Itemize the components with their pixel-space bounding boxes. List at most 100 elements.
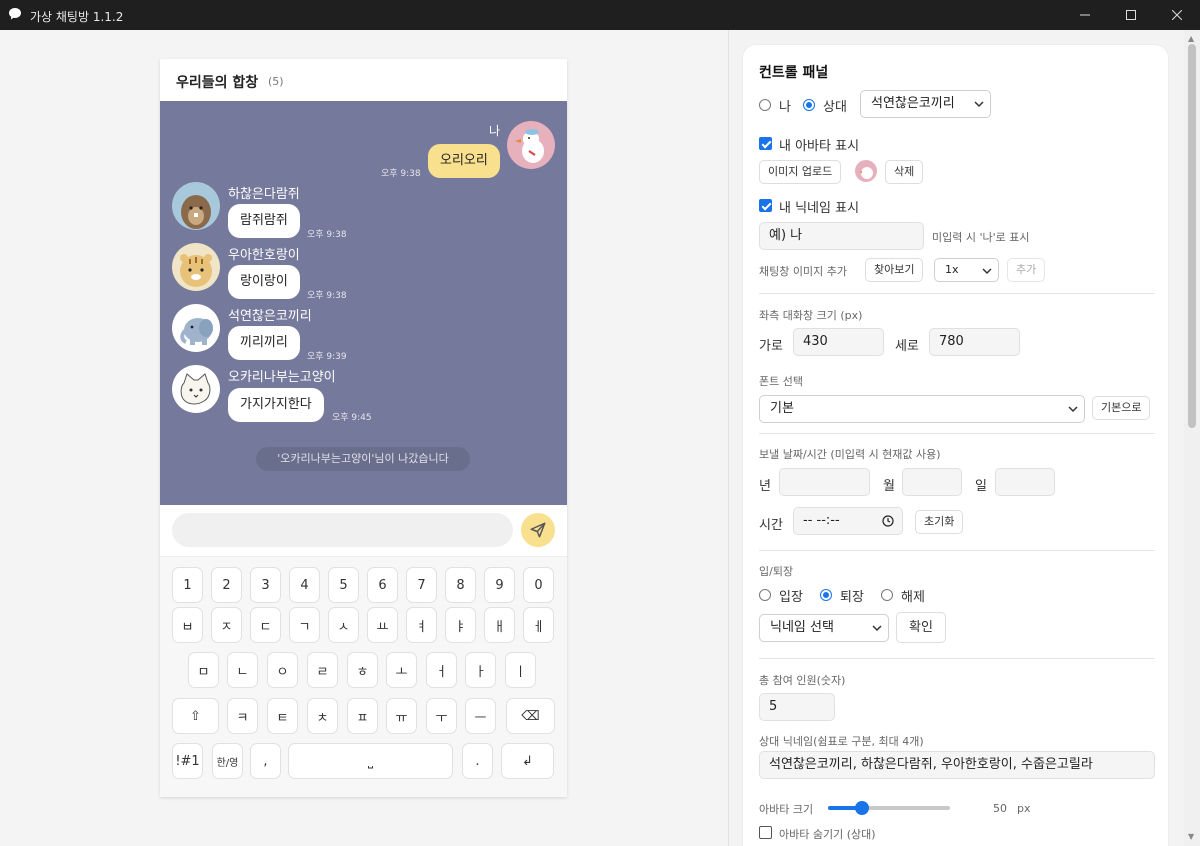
sender-me-radio[interactable] (759, 99, 771, 111)
vertical-scrollbar[interactable]: ▲ ▼ (1184, 30, 1200, 846)
nickname-select[interactable]: 닉네임 선택 (759, 614, 889, 642)
key[interactable]: ㅈ (211, 607, 242, 643)
key[interactable]: ㅗ (386, 652, 417, 688)
key[interactable]: ㄹ (307, 652, 338, 688)
add-image-button[interactable]: 추가 (1007, 258, 1046, 282)
nickname-select-value: 닉네임 선택 (770, 620, 834, 635)
font-reset-button[interactable]: 기본으로 (1092, 396, 1151, 420)
key[interactable]: ㅜ (426, 698, 457, 734)
scroll-down-icon[interactable]: ▼ (1188, 832, 1194, 841)
key[interactable]: ㅓ (426, 652, 457, 688)
show-nickname-label: 내 닉네임 표시 (779, 201, 860, 216)
avatar-size-slider-thumb[interactable] (855, 801, 869, 815)
key[interactable]: ⌫ (506, 698, 555, 734)
key[interactable]: ㅡ (465, 698, 496, 734)
confirm-button[interactable]: 확인 (896, 612, 946, 643)
nickname-input[interactable]: 예) 나 (759, 222, 924, 250)
key[interactable]: 8 (445, 567, 476, 603)
key[interactable]: 6 (367, 567, 398, 603)
maximize-button[interactable] (1108, 0, 1154, 30)
key[interactable]: ⇧ (172, 698, 219, 734)
time-input-value: -- --:-- (803, 513, 840, 528)
panel-title: 컨트롤 패널 (759, 65, 829, 81)
key[interactable]: 1 (172, 567, 203, 603)
month-input[interactable] (902, 468, 962, 496)
key[interactable]: 2 (211, 567, 242, 603)
chevron-down-icon (982, 268, 992, 275)
key[interactable]: . (462, 743, 493, 779)
key[interactable]: 한/영 (212, 743, 243, 779)
divider (759, 433, 1155, 434)
clock-icon[interactable] (882, 515, 894, 527)
clear-radio[interactable] (881, 589, 893, 601)
key[interactable]: ⎵ (288, 743, 453, 779)
key[interactable]: ㅛ (367, 607, 398, 643)
message-input[interactable] (172, 513, 513, 547)
key[interactable]: , (250, 743, 281, 779)
width-input[interactable]: 430 (793, 328, 884, 356)
key[interactable]: ㅎ (347, 652, 378, 688)
my-nickname: 나 (489, 124, 501, 138)
message-time: 오후 9:39 (307, 352, 347, 362)
image-scale-select[interactable]: 1x (934, 258, 999, 282)
font-select[interactable]: 기본 (759, 395, 1085, 423)
height-input[interactable]: 780 (929, 328, 1020, 356)
key[interactable]: 0 (523, 567, 554, 603)
enter-radio[interactable] (759, 589, 771, 601)
key[interactable]: 4 (289, 567, 320, 603)
sender-select-value: 석연찮은코끼리 (871, 96, 955, 111)
key[interactable]: ㅊ (307, 698, 338, 734)
key[interactable]: ㅏ (465, 652, 496, 688)
key[interactable]: 7 (406, 567, 437, 603)
key[interactable]: ㄷ (250, 607, 281, 643)
key[interactable]: ㅍ (347, 698, 378, 734)
key[interactable]: ㅔ (523, 607, 554, 643)
key[interactable]: ㅌ (267, 698, 298, 734)
scroll-up-icon[interactable]: ▲ (1188, 34, 1194, 43)
key[interactable]: ㅋ (227, 698, 258, 734)
key[interactable]: 9 (484, 567, 515, 603)
key[interactable]: ㅠ (386, 698, 417, 734)
key[interactable]: ㅁ (188, 652, 219, 688)
my-message-bubble: 오리오리 (428, 144, 500, 178)
image-scale-value: 1x (945, 263, 959, 276)
total-members-input[interactable]: 5 (759, 693, 835, 721)
chevron-down-icon (872, 625, 882, 632)
close-button[interactable] (1154, 0, 1200, 30)
nicknames-input[interactable]: 석연찮은코끼리, 하찮은다람쥐, 우아한호랑이, 수줍은고릴라 (759, 751, 1155, 779)
key[interactable]: 5 (328, 567, 359, 603)
key[interactable]: ↲ (501, 743, 554, 779)
key[interactable]: ㅑ (445, 607, 476, 643)
preview-pane: 우리들의 합창 (5) 나 오리오리 오후 9:38 하찮은다람쥐 람쥐람쥐 오… (0, 30, 728, 846)
key[interactable]: ㄱ (289, 607, 320, 643)
show-nickname-checkbox[interactable] (759, 199, 772, 212)
day-input[interactable] (995, 468, 1055, 496)
sender-select[interactable]: 석연찮은코끼리 (860, 90, 991, 118)
sender-other-radio[interactable] (803, 99, 815, 111)
key[interactable]: ㅣ (505, 652, 536, 688)
minimize-button[interactable] (1062, 0, 1108, 30)
leave-radio[interactable] (820, 589, 832, 601)
key[interactable]: ㅕ (406, 607, 437, 643)
chat-bubble-icon (9, 8, 21, 20)
year-input[interactable] (779, 468, 870, 496)
duck-icon (859, 167, 873, 179)
hide-avatar-checkbox[interactable] (759, 826, 772, 839)
browse-button[interactable]: 찾아보기 (865, 258, 924, 282)
scrollbar-thumb[interactable] (1188, 44, 1196, 428)
time-reset-button[interactable]: 초기화 (915, 510, 964, 534)
key[interactable]: !#1 (172, 743, 203, 779)
close-icon (1172, 10, 1182, 20)
time-input[interactable]: -- --:-- (793, 507, 903, 535)
send-icon (530, 522, 546, 538)
upload-image-button[interactable]: 이미지 업로드 (759, 160, 842, 184)
delete-avatar-button[interactable]: 삭제 (885, 160, 924, 184)
key[interactable]: ㅐ (484, 607, 515, 643)
key[interactable]: ㅇ (267, 652, 298, 688)
key[interactable]: 3 (250, 567, 281, 603)
key[interactable]: ㅂ (172, 607, 203, 643)
key[interactable]: ㄴ (227, 652, 258, 688)
key[interactable]: ㅅ (328, 607, 359, 643)
show-avatar-checkbox[interactable] (759, 137, 772, 150)
send-button[interactable] (521, 513, 555, 547)
